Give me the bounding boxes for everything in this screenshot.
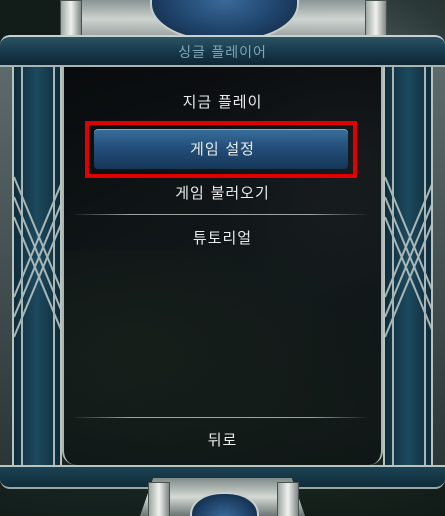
right-edge-panel [431,67,445,467]
menu-divider-top [70,214,370,215]
menu-item-tutorial[interactable]: 튜토리얼 [64,225,381,251]
menu-divider-bottom [70,417,370,418]
menu-item-load-game[interactable]: 게임 불러오기 [64,180,381,206]
window-title: 싱글 플레이어 [178,45,267,61]
left-lattice-ornament [14,67,60,467]
bottom-post-right [277,482,299,516]
menu-item-play-now[interactable]: 지금 플레이 [64,89,381,115]
right-pillar [383,67,433,467]
menu-item-game-setup[interactable]: 게임 설정 [64,136,381,162]
bottom-post-left [148,482,170,516]
left-pillar [12,67,62,467]
right-lattice-ornament [385,67,431,467]
back-button[interactable]: 뒤로 [64,427,381,453]
